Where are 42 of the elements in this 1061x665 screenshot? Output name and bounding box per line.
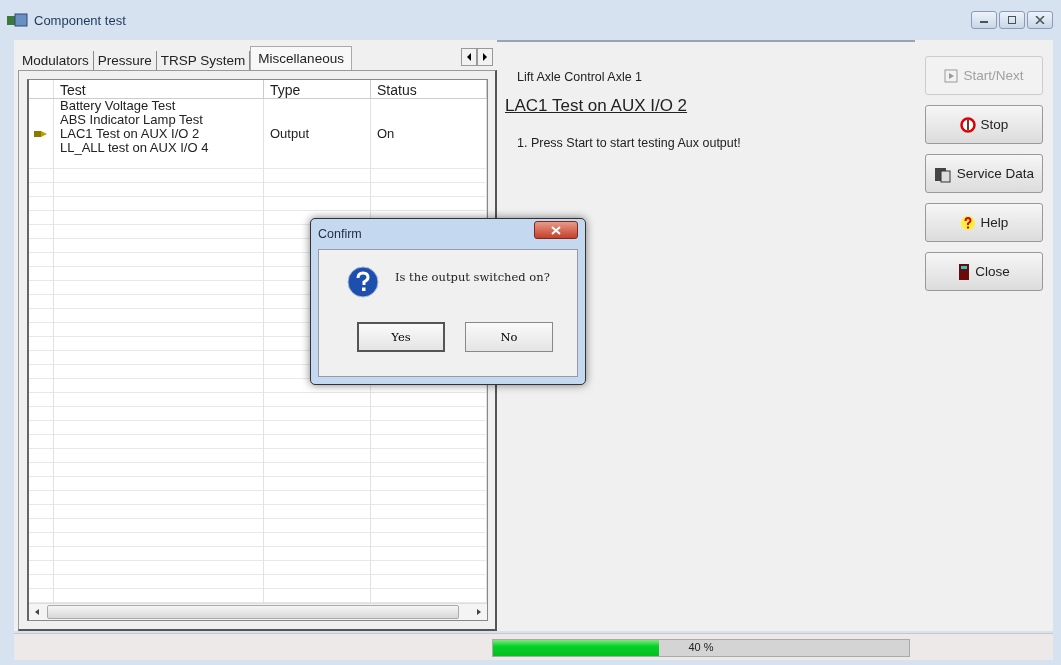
stop-icon	[959, 116, 976, 133]
play-icon	[944, 68, 959, 83]
door-icon	[958, 262, 971, 281]
dialog-button[interactable]: Yes	[357, 322, 445, 352]
data-button[interactable]: Service Data	[925, 154, 1043, 193]
close-icon	[1035, 16, 1045, 24]
dialog-message: Is the output switched on?	[395, 270, 550, 284]
progress-reading: 40 %	[687, 641, 715, 653]
group-label: Lift Axle Control Axle 1	[516, 70, 644, 84]
table-cell: Output	[264, 127, 371, 141]
scroll-left-button[interactable]	[461, 48, 477, 66]
window-title: Component test	[34, 12, 126, 28]
close-button[interactable]	[1027, 11, 1053, 29]
close-icon	[551, 225, 561, 235]
right-arrow-icon	[482, 53, 488, 61]
maximize-icon	[1007, 16, 1017, 24]
column-header[interactable]: Test	[54, 80, 264, 98]
table-cell: On	[371, 127, 487, 141]
dialog-title: Confirm	[318, 227, 362, 241]
column-header[interactable]: Type	[264, 80, 371, 98]
question-icon	[347, 266, 379, 298]
app-icon	[6, 12, 28, 28]
horizontal-scrollbar[interactable]	[29, 603, 487, 620]
stop-button[interactable]: Stop	[925, 105, 1043, 144]
table-cell: ABS Indicator Lamp Test	[54, 113, 264, 127]
instruction-text: 1. Press Start to start testing Aux output!	[516, 136, 742, 150]
table-cell: Battery Voltage Test	[54, 99, 264, 113]
maximize-button[interactable]	[999, 11, 1025, 29]
test-heading: LAC1 Test on AUX I/O 2	[505, 96, 689, 116]
right-arrow-icon[interactable]	[475, 608, 483, 616]
help-icon	[959, 214, 976, 231]
scroll-right-button[interactable]	[477, 48, 493, 66]
left-arrow-icon[interactable]	[33, 608, 41, 616]
help-button[interactable]: Help	[925, 203, 1043, 242]
dialog-button[interactable]: No	[465, 322, 553, 352]
left-arrow-icon	[466, 53, 472, 61]
table-cell: LAC1 Test on AUX I/O 2	[54, 127, 264, 141]
minimize-button[interactable]	[971, 11, 997, 29]
tab[interactable]: Miscellaneous	[250, 46, 352, 70]
column-header[interactable]: Status	[371, 80, 487, 98]
close-button[interactable]	[534, 221, 578, 239]
close-button[interactable]: Close	[925, 252, 1043, 291]
